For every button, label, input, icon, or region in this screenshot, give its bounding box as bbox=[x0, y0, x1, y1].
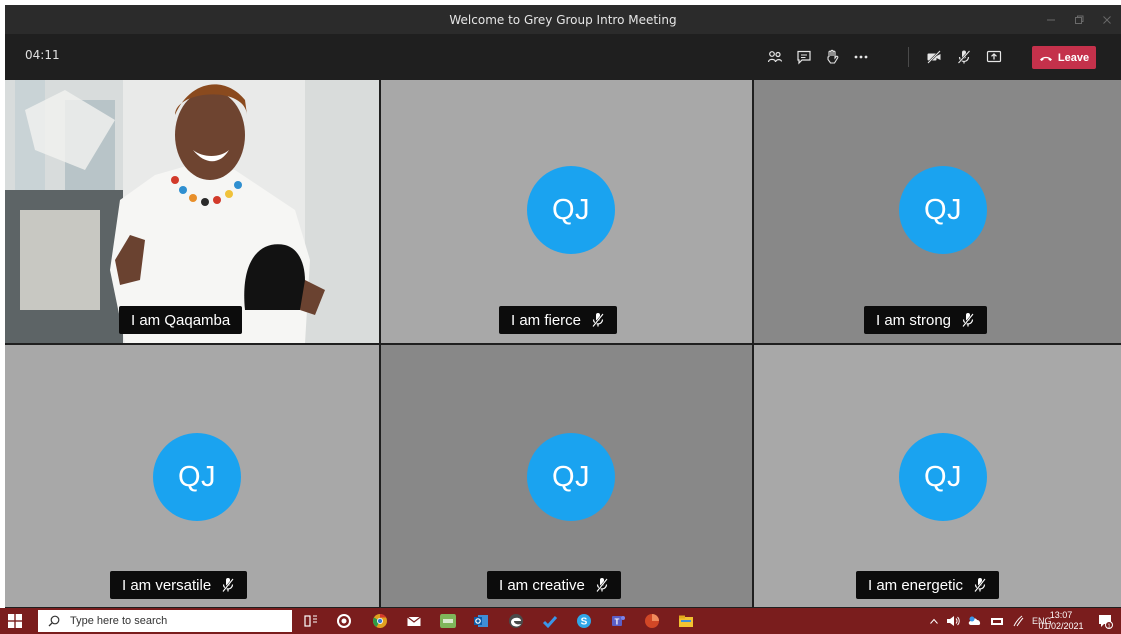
video-off-icon bbox=[927, 50, 941, 64]
participant-tile-video[interactable]: I am Qaqamba bbox=[5, 80, 379, 343]
close-icon bbox=[1103, 15, 1111, 24]
svg-text:S: S bbox=[581, 617, 588, 628]
participant-avatar: QJ bbox=[527, 166, 615, 254]
window-title: Welcome to Grey Group Intro Meeting bbox=[449, 12, 677, 27]
participant-video-image bbox=[5, 80, 379, 343]
svg-text:T: T bbox=[615, 618, 620, 627]
edge-icon[interactable] bbox=[508, 613, 524, 629]
minimize-icon bbox=[1047, 19, 1055, 20]
participant-tile[interactable]: QJ I am strong bbox=[754, 80, 1121, 343]
share-screen-icon bbox=[986, 50, 1002, 63]
participant-name: I am Qaqamba bbox=[131, 311, 231, 329]
participant-name: I am strong bbox=[876, 311, 952, 329]
ellipsis-icon bbox=[854, 55, 868, 59]
participant-grid: I am Qaqamba QJ I am fierce QJ I am stro… bbox=[5, 80, 1121, 607]
teams-meeting-window: Welcome to Grey Group Intro Meeting 04:1… bbox=[5, 5, 1121, 608]
participant-avatar: QJ bbox=[153, 433, 241, 521]
participant-nameplate: I am creative bbox=[487, 571, 621, 599]
participant-avatar: QJ bbox=[899, 166, 987, 254]
taskbar-clock[interactable]: 13:07 01/02/2021 bbox=[1033, 610, 1089, 632]
participants-button[interactable] bbox=[763, 45, 787, 69]
mail-icon[interactable] bbox=[406, 613, 422, 629]
participant-tile[interactable]: QJ I am energetic bbox=[754, 345, 1121, 607]
phone-hangup-icon bbox=[1039, 56, 1052, 61]
mic-off-icon bbox=[957, 50, 971, 64]
taskbar-search-box[interactable]: Type here to search bbox=[38, 610, 292, 632]
mic-off-icon bbox=[974, 578, 986, 593]
participant-avatar: QJ bbox=[899, 433, 987, 521]
clock-time: 13:07 bbox=[1049, 610, 1073, 620]
participant-nameplate: I am energetic bbox=[856, 571, 1000, 599]
volume-icon[interactable] bbox=[946, 615, 960, 627]
share-screen-button[interactable] bbox=[982, 45, 1006, 69]
chevron-up-icon[interactable] bbox=[930, 618, 938, 624]
meeting-timer: 04:11 bbox=[25, 48, 60, 62]
participant-avatar: QJ bbox=[527, 433, 615, 521]
teams-icon[interactable]: T bbox=[610, 613, 626, 629]
svg-text:1: 1 bbox=[1107, 624, 1110, 630]
hand-icon bbox=[827, 49, 839, 64]
participant-nameplate: I am strong bbox=[864, 306, 988, 334]
more-actions-button[interactable] bbox=[849, 45, 873, 69]
participant-name: I am creative bbox=[499, 576, 585, 594]
toolbar-divider bbox=[908, 47, 909, 67]
leave-button[interactable]: Leave bbox=[1032, 46, 1096, 69]
title-bar: Welcome to Grey Group Intro Meeting bbox=[5, 5, 1121, 34]
windows-taskbar: Type here to search S T ENG 13:07 01/02/… bbox=[0, 608, 1121, 634]
participant-nameplate: I am fierce bbox=[499, 306, 618, 334]
chat-icon bbox=[797, 50, 811, 65]
minimize-button[interactable] bbox=[1037, 5, 1065, 34]
participant-name: I am fierce bbox=[511, 311, 582, 329]
mic-off-icon bbox=[222, 578, 235, 593]
close-button[interactable] bbox=[1093, 5, 1121, 34]
participant-nameplate: I am versatile bbox=[110, 571, 248, 599]
outlook-icon[interactable] bbox=[473, 613, 489, 629]
chrome-icon[interactable] bbox=[372, 613, 388, 629]
todo-icon[interactable] bbox=[542, 613, 558, 629]
participant-nameplate: I am Qaqamba bbox=[119, 306, 243, 334]
file-explorer-icon[interactable] bbox=[678, 613, 694, 629]
participant-name: I am versatile bbox=[122, 576, 212, 594]
task-view-icon[interactable] bbox=[303, 613, 319, 629]
notification-center-icon[interactable]: 1 bbox=[1097, 613, 1113, 629]
mic-off-icon bbox=[596, 578, 608, 593]
whatsapp-icon[interactable] bbox=[336, 613, 352, 629]
clock-date: 01/02/2021 bbox=[1038, 621, 1084, 631]
windows-start-icon[interactable] bbox=[8, 614, 22, 628]
mic-off-icon bbox=[962, 313, 974, 328]
people-icon bbox=[767, 51, 783, 63]
leave-label: Leave bbox=[1057, 51, 1090, 64]
meeting-toolbar: 04:11 Leave bbox=[5, 34, 1121, 80]
camera-toggle-button[interactable] bbox=[922, 45, 946, 69]
mic-off-icon bbox=[592, 313, 604, 328]
restore-icon bbox=[1075, 15, 1084, 24]
participant-tile[interactable]: QJ I am versatile bbox=[5, 345, 379, 607]
raise-hand-button[interactable] bbox=[820, 45, 844, 69]
participant-name: I am energetic bbox=[868, 576, 964, 594]
onedrive-icon[interactable] bbox=[968, 615, 982, 627]
skype-icon[interactable]: S bbox=[576, 613, 592, 629]
powerpoint-icon[interactable] bbox=[644, 613, 660, 629]
search-placeholder: Type here to search bbox=[70, 615, 168, 627]
network-icon[interactable] bbox=[990, 615, 1004, 627]
pen-icon[interactable] bbox=[1012, 615, 1024, 627]
participant-tile[interactable]: QJ I am fierce bbox=[381, 80, 752, 343]
participant-tile[interactable]: QJ I am creative bbox=[381, 345, 752, 607]
mic-toggle-button[interactable] bbox=[952, 45, 976, 69]
participant-video-feed bbox=[5, 80, 379, 343]
restore-button[interactable] bbox=[1065, 5, 1093, 34]
sage-icon[interactable] bbox=[440, 613, 456, 629]
search-icon bbox=[48, 615, 60, 627]
chat-button[interactable] bbox=[792, 45, 816, 69]
